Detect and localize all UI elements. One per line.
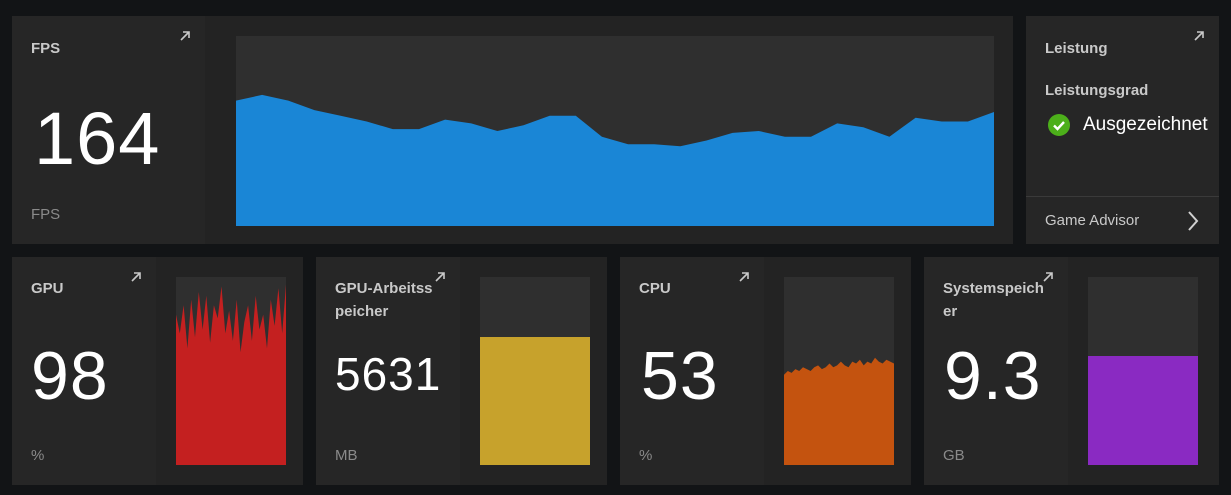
system-memory-value: 9.3 — [944, 338, 1042, 414]
gpu-panel: GPU 98 % — [12, 257, 303, 485]
chevron-right-icon — [1188, 211, 1199, 231]
expand-icon[interactable] — [128, 269, 144, 285]
fps-unit: FPS — [31, 206, 61, 223]
fps-title: FPS — [31, 40, 61, 57]
cpu-chart — [784, 277, 894, 465]
gpu-memory-chart — [480, 277, 590, 465]
gpu-chart — [176, 277, 286, 465]
cpu-area-chart — [784, 357, 894, 465]
gpu-value: 98 — [31, 338, 109, 414]
fps-area-chart — [236, 94, 994, 226]
check-circle-icon — [1048, 114, 1070, 136]
fps-history-area — [236, 94, 994, 226]
gpu-memory-level-bar — [480, 337, 590, 465]
performance-grade-value: Ausgezeichnet — [1083, 114, 1208, 135]
system-memory-level-bar — [1088, 355, 1198, 465]
gpu-title: GPU — [31, 280, 64, 297]
cpu-value: 53 — [641, 338, 719, 414]
performance-title: Leistung — [1045, 40, 1108, 57]
fps-panel: FPS 164 FPS — [12, 16, 1013, 244]
expand-icon[interactable] — [177, 28, 193, 44]
expand-icon[interactable] — [736, 269, 752, 285]
game-advisor-label: Game Advisor — [1045, 212, 1140, 229]
system-memory-chart — [1088, 277, 1198, 465]
expand-icon[interactable] — [1040, 269, 1056, 285]
system-memory-unit: GB — [943, 447, 965, 464]
gpu-memory-title: GPU-Arbeitsspeicher — [335, 280, 433, 320]
system-memory-panel: Systemspeicher 9.3 GB — [924, 257, 1219, 485]
expand-icon[interactable] — [432, 269, 448, 285]
system-memory-title: Systemspeicher — [943, 280, 1044, 320]
gpu-memory-unit: MB — [335, 447, 358, 464]
game-advisor-link[interactable]: Game Advisor — [1026, 197, 1219, 244]
gpu-memory-panel: GPU-Arbeitsspeicher 5631 MB — [316, 257, 607, 485]
expand-icon[interactable] — [1191, 28, 1207, 44]
gpu-unit: % — [31, 447, 45, 464]
cpu-history-area — [784, 357, 894, 465]
gpu-memory-value: 5631 — [335, 348, 442, 400]
performance-grade-label: Leistungsgrad — [1045, 82, 1149, 99]
cpu-unit: % — [639, 447, 653, 464]
fps-value: 164 — [34, 97, 161, 180]
fps-chart — [236, 36, 994, 226]
gpu-area-chart — [176, 284, 286, 465]
gpu-history-area — [176, 284, 286, 465]
cpu-title: CPU — [639, 280, 671, 297]
cpu-panel: CPU 53 % — [620, 257, 911, 485]
performance-panel: Leistung Leistungsgrad Ausgezeichnet Gam… — [1026, 16, 1219, 244]
